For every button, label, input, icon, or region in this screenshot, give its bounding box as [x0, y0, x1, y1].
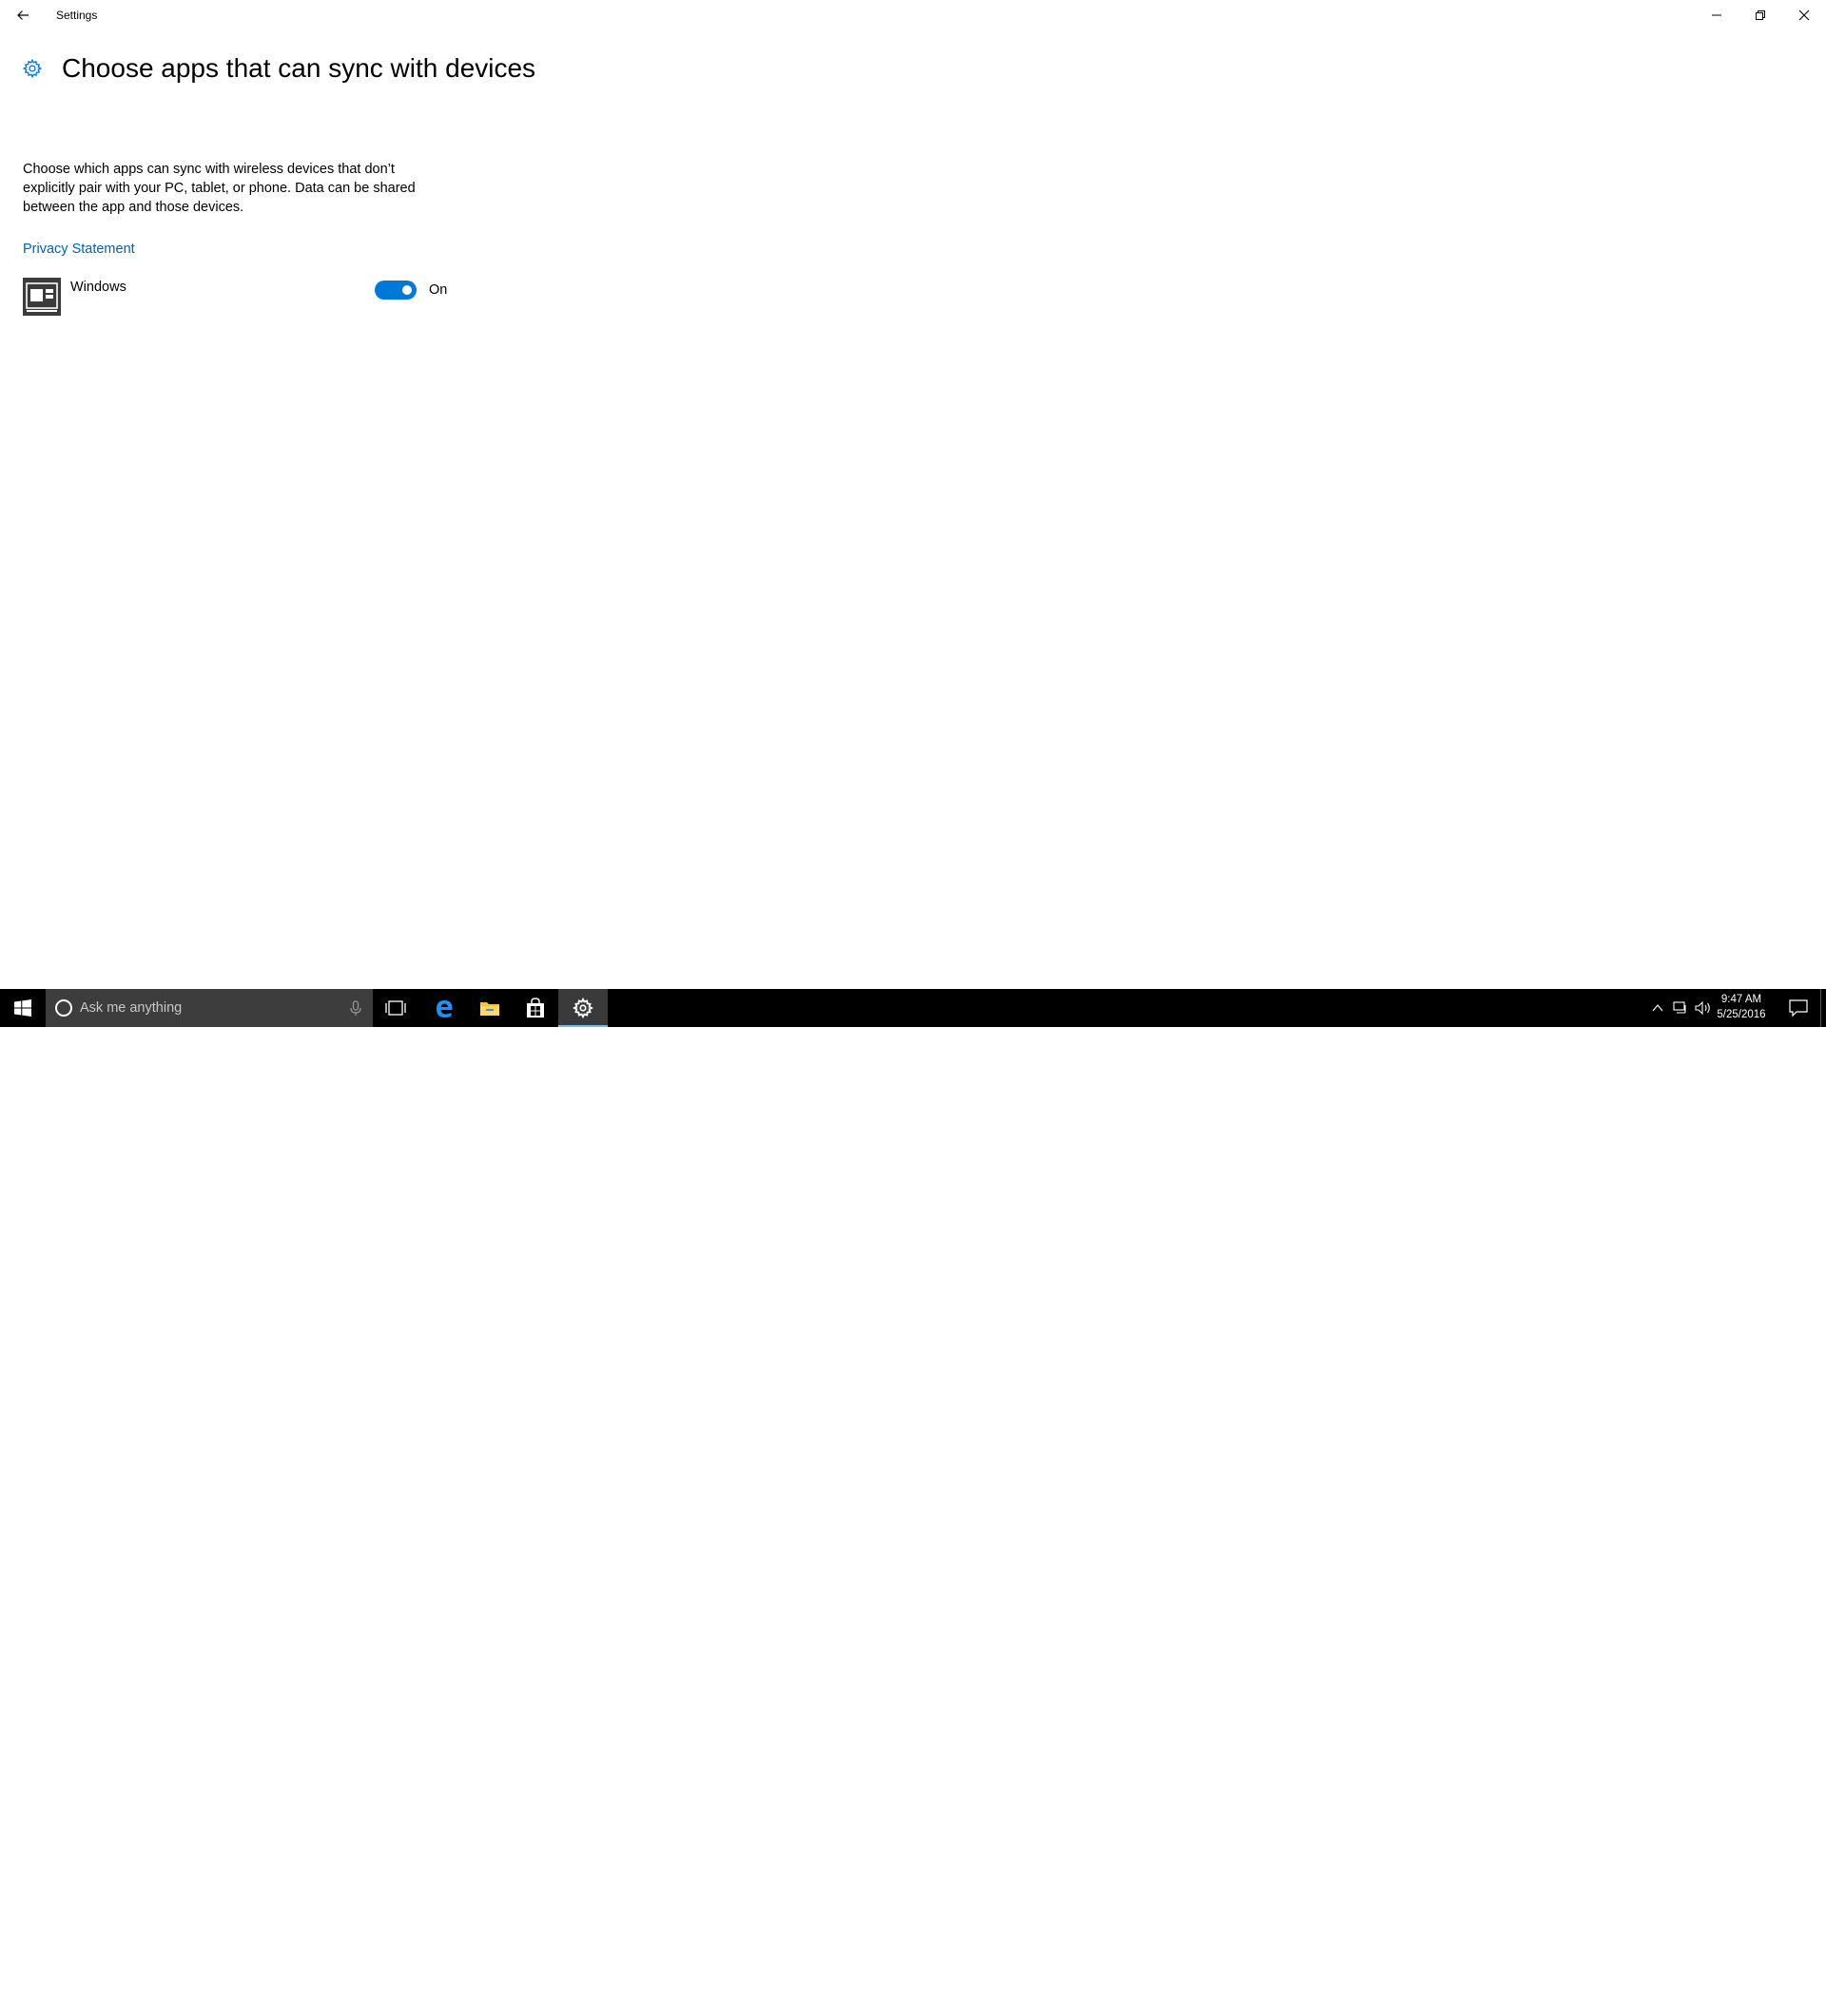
clock-date: 5/25/2016: [1717, 1009, 1766, 1020]
minimize-icon: [1712, 14, 1721, 16]
file-explorer-icon: [480, 1002, 499, 1016]
app-name: Windows: [70, 280, 126, 295]
microphone-icon[interactable]: [346, 998, 365, 1018]
toggle-knob: [402, 285, 412, 295]
book-watermark-icon: [1589, 1978, 1637, 2016]
back-button[interactable]: [0, 0, 46, 30]
store-button[interactable]: [513, 989, 558, 1027]
store-icon: [527, 998, 544, 1018]
restore-button[interactable]: [1739, 0, 1782, 30]
action-center-icon[interactable]: [1788, 998, 1809, 1018]
edge-icon: [437, 1000, 453, 1018]
task-view-icon: [385, 1000, 406, 1016]
page-title: Choose apps that can sync with devices: [62, 53, 536, 83]
close-button[interactable]: [1782, 0, 1826, 30]
clock-time: 9:47 AM: [1720, 994, 1762, 1005]
watermark-text: TheCollectionBook: [1647, 1982, 1812, 2002]
chevron-up-icon[interactable]: [1648, 998, 1667, 1018]
windows-app-icon: [23, 278, 61, 316]
gear-icon: [19, 55, 46, 82]
cortana-icon: [55, 999, 72, 1017]
title-bar: Settings: [0, 0, 1826, 30]
window-title: Settings: [56, 9, 98, 22]
settings-window: Settings Choose apps that can sync with …: [0, 0, 1826, 989]
back-arrow-icon: [17, 10, 29, 20]
search-placeholder: Ask me anything: [80, 1000, 183, 1016]
network-icon[interactable]: [1671, 998, 1690, 1018]
settings-icon: [573, 998, 593, 1018]
page-header: Choose apps that can sync with devices: [19, 49, 535, 87]
settings-taskbar-button[interactable]: [558, 989, 608, 1027]
restore-icon: [1756, 10, 1765, 20]
minimize-button[interactable]: [1695, 0, 1739, 30]
show-desktop-button[interactable]: [1820, 989, 1823, 1027]
toggle-state-label: On: [429, 282, 448, 298]
search-box[interactable]: Ask me anything: [46, 989, 373, 1027]
windows-logo-icon: [14, 999, 31, 1017]
description-text: Choose which apps can sync with wireless…: [23, 162, 416, 215]
privacy-statement-link[interactable]: Privacy Statement: [23, 240, 135, 259]
taskbar: Ask me anything TheCollectionBook: [0, 989, 1826, 2016]
task-view-button[interactable]: [373, 989, 418, 1027]
taskbar-clock[interactable]: 9:47 AM 5/25/2016: [1708, 992, 1775, 1022]
app-row-windows: Windows On: [23, 276, 460, 318]
close-icon: [1798, 10, 1810, 21]
file-explorer-button[interactable]: [467, 989, 513, 1027]
edge-button[interactable]: [421, 989, 467, 1027]
start-button[interactable]: [0, 989, 46, 1027]
sync-toggle-switch[interactable]: [375, 281, 417, 300]
